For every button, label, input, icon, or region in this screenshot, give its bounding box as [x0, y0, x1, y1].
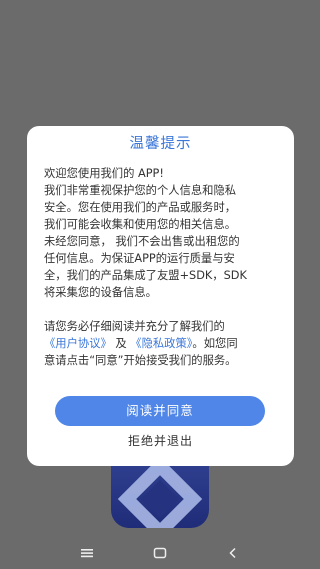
dialog-title: 温馨提示 [129, 136, 192, 152]
body-line: 任何信息。为保证APP的运行质量与安 [44, 252, 235, 265]
body-line: 我们非常重视保护您的个人信息和隐私 [44, 184, 237, 197]
user-agreement-link[interactable]: 《用户协议》 [44, 337, 112, 350]
privacy-policy-link[interactable]: 《隐私政策》 [130, 337, 192, 350]
body-line: 请您务必仔细阅读并充分了解我们的 [44, 320, 225, 333]
system-nav-bar [0, 537, 320, 569]
agree-button[interactable]: 阅读并同意 [55, 396, 265, 426]
body-line: 欢迎您使用我们的 APP! [44, 167, 164, 180]
body-text: 。如您同 [192, 337, 238, 350]
back-icon[interactable] [226, 545, 240, 564]
body-line: 将采集您的设备信息。 [44, 286, 157, 299]
body-line: 全，我们的产品集成了友盟+SDK，SDK [44, 269, 247, 282]
home-icon[interactable] [153, 545, 167, 564]
app-logo-icon [111, 462, 209, 528]
links-line: 《用户协议》 及 《隐私政策》。如您同 [44, 335, 288, 352]
menu-icon[interactable] [80, 545, 94, 564]
body-line: 未经您同意， 我们不会出售或出租您的 [44, 235, 240, 248]
exit-button[interactable]: 拒绝并退出 [27, 432, 294, 450]
body-line: 意请点击“同意”开始接受我们的服务。 [44, 354, 237, 367]
body-line: 我们可能会收集和使用您的相关信息。 [44, 218, 237, 231]
dialog-body: 欢迎您使用我们的 APP! 我们非常重视保护您的个人信息和隐私 安全。您在使用我… [44, 165, 288, 369]
and-text: 及 [111, 337, 131, 350]
body-line: 安全。您在使用我们的产品或服务时， [44, 201, 237, 214]
privacy-dialog: 温馨提示 欢迎您使用我们的 APP! 我们非常重视保护您的个人信息和隐私 安全。… [27, 126, 294, 466]
